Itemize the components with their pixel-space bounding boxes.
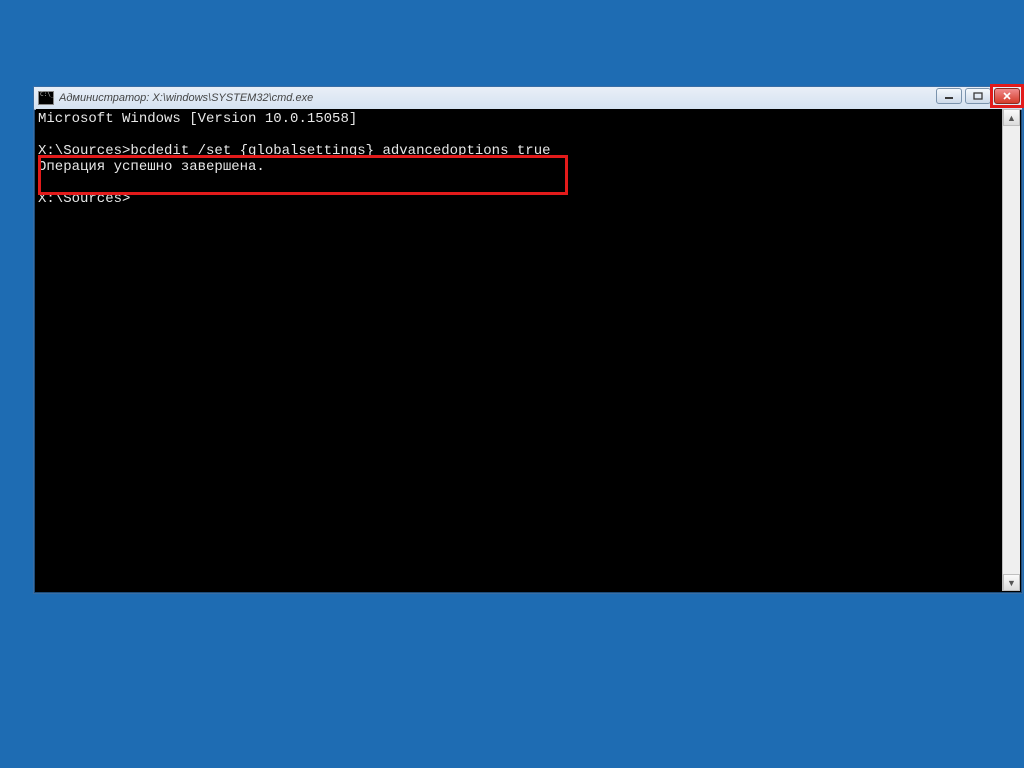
titlebar[interactable]: Администратор: X:\windows\SYSTEM32\cmd.e… — [34, 87, 1022, 110]
window-title: Администратор: X:\windows\SYSTEM32\cmd.e… — [59, 92, 313, 104]
scroll-down-button[interactable]: ▼ — [1003, 574, 1020, 591]
prompt-2: X:\Sources> — [38, 191, 130, 207]
version-line: Microsoft Windows [Version 10.0.15058] — [38, 111, 357, 127]
prompt-1: X:\Sources> — [38, 143, 130, 159]
window-controls — [936, 88, 1020, 104]
minimize-button[interactable] — [936, 88, 962, 104]
vertical-scrollbar[interactable]: ▲ ▼ — [1002, 109, 1020, 591]
cmd-window: Администратор: X:\windows\SYSTEM32\cmd.e… — [33, 86, 1023, 594]
command-1: bcdedit /set {globalsettings} advancedop… — [130, 143, 550, 159]
result-1: Операция успешно завершена. — [38, 159, 265, 175]
close-button[interactable] — [994, 88, 1020, 104]
cmd-icon — [38, 91, 54, 105]
terminal-area: Microsoft Windows [Version 10.0.15058] X… — [36, 109, 1020, 591]
scroll-up-button[interactable]: ▲ — [1003, 109, 1020, 126]
terminal-output[interactable]: Microsoft Windows [Version 10.0.15058] X… — [36, 109, 1002, 591]
maximize-button[interactable] — [965, 88, 991, 104]
